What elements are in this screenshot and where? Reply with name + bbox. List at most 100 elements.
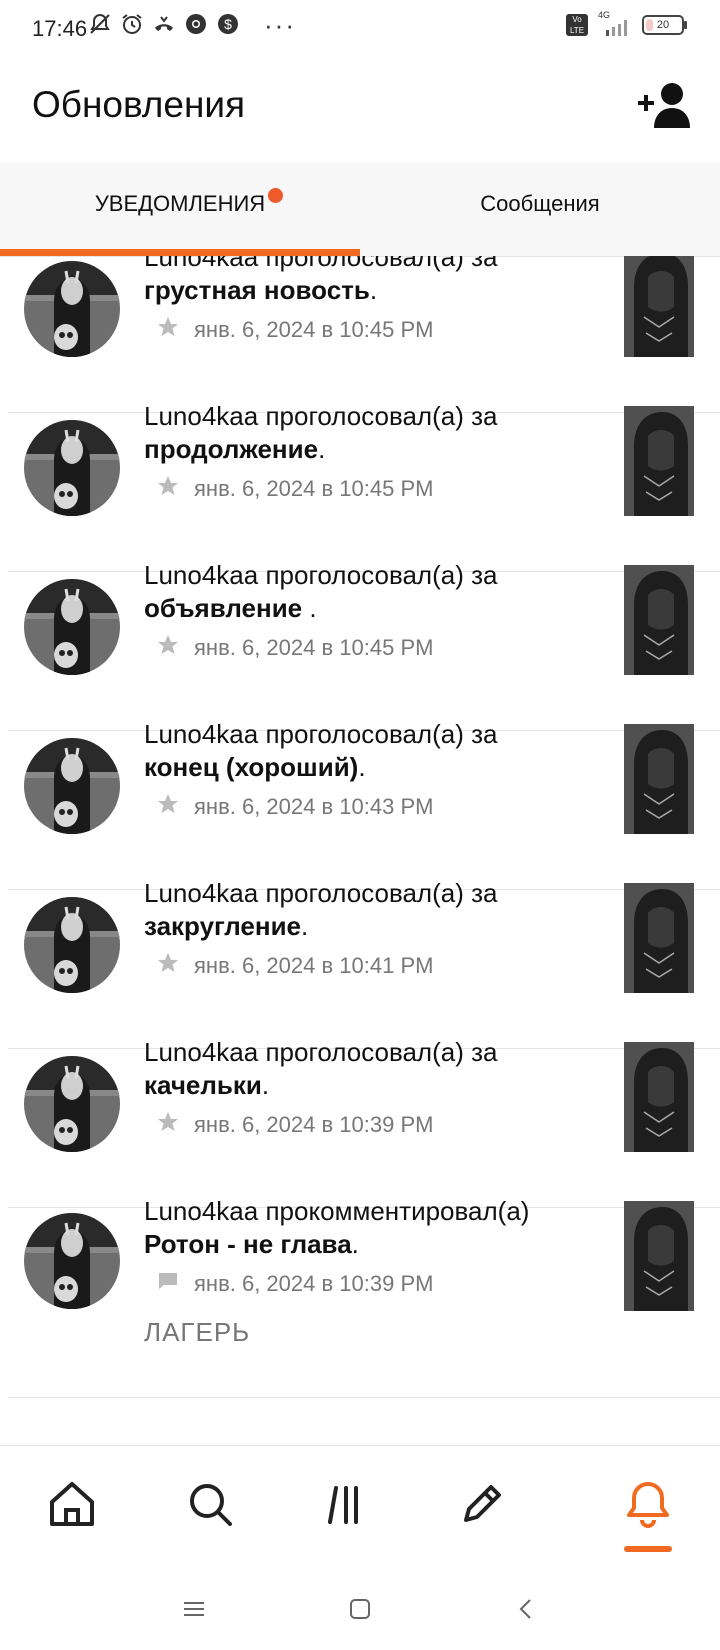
story-cover-thumbnail[interactable]: [624, 565, 694, 675]
timestamp: янв. 6, 2024 в 10:41 PM: [194, 953, 434, 978]
timestamp: янв. 6, 2024 в 10:45 PM: [194, 476, 434, 501]
notification-text: Luno4kaa проголосовал(а) за грустная нов…: [144, 256, 584, 307]
home-square-icon[interactable]: [346, 1595, 374, 1623]
notification-item[interactable]: Luno4kaa проголосовал(а) за закругление.…: [8, 878, 720, 1049]
avatar[interactable]: [24, 420, 120, 516]
notification-meta: янв. 6, 2024 в 10:39 PM: [156, 1110, 433, 1140]
notification-item[interactable]: Luno4kaa проголосовал(а) за качельки. ян…: [8, 1037, 720, 1208]
story-name[interactable]: ЛАГЕРЬ: [144, 1317, 250, 1348]
username[interactable]: Luno4kaa: [144, 878, 258, 908]
timestamp: янв. 6, 2024 в 10:39 PM: [194, 1271, 434, 1296]
avatar[interactable]: [24, 738, 120, 834]
chrome-icon: [186, 14, 206, 34]
active-tab-indicator: [0, 249, 360, 256]
story-cover-thumbnail[interactable]: [624, 256, 694, 357]
add-user-icon[interactable]: [638, 80, 694, 130]
story-title[interactable]: объявление: [144, 593, 309, 623]
write-icon[interactable]: [454, 1476, 510, 1532]
status-time: 17:46: [32, 16, 88, 41]
story-cover-thumbnail[interactable]: [624, 1042, 694, 1152]
story-cover-thumbnail[interactable]: [624, 724, 694, 834]
action-text: проголосовал(а) за: [265, 256, 498, 272]
tab-notifications[interactable]: УВЕДОМЛЕНИЯ: [0, 162, 360, 256]
volte-badge: Vo LTE: [566, 14, 588, 36]
avatar[interactable]: [24, 1213, 120, 1309]
story-cover-thumbnail[interactable]: [624, 406, 694, 516]
punctuation: .: [358, 752, 366, 782]
status-bar: 17:46 $ ··· Vo LTE 4G 20: [0, 0, 720, 56]
star-icon: [156, 792, 180, 822]
story-cover-thumbnail[interactable]: [624, 1201, 694, 1311]
unread-dot: [268, 188, 283, 203]
story-title[interactable]: Ротон - не глава: [144, 1229, 352, 1259]
username[interactable]: Luno4kaa: [144, 719, 258, 749]
notification-item[interactable]: Luno4kaa проголосовал(а) за конец (хорош…: [8, 719, 720, 890]
active-nav-indicator: [624, 1546, 672, 1552]
call-forward-icon: [155, 16, 173, 31]
notification-item[interactable]: Luno4kaa прокомментировал(а) Ротон - не …: [8, 1196, 720, 1398]
username[interactable]: Luno4kaa: [144, 1196, 258, 1226]
action-text: проголосовал(а) за: [265, 401, 498, 431]
avatar[interactable]: [24, 1056, 120, 1152]
notification-meta: янв. 6, 2024 в 10:45 PM: [156, 315, 433, 345]
library-icon[interactable]: [318, 1476, 374, 1532]
star-icon: [156, 474, 180, 504]
username[interactable]: Luno4kaa: [144, 1037, 258, 1067]
punctuation: .: [309, 593, 317, 623]
star-icon: [156, 1110, 180, 1140]
tab-messages[interactable]: Сообщения: [360, 162, 720, 256]
timestamp: янв. 6, 2024 в 10:43 PM: [194, 794, 434, 819]
star-icon: [156, 633, 180, 663]
punctuation: .: [369, 275, 378, 305]
tab-bar: УВЕДОМЛЕНИЯ Сообщения: [0, 162, 720, 257]
timestamp: янв. 6, 2024 в 10:45 PM: [194, 635, 434, 660]
star-icon: [156, 951, 180, 981]
home-icon[interactable]: [44, 1476, 100, 1532]
notification-text: Luno4kaa проголосовал(а) за закругление.: [144, 877, 584, 943]
story-title[interactable]: конец (хороший): [144, 752, 358, 782]
search-icon[interactable]: [182, 1476, 238, 1532]
bell-icon[interactable]: [620, 1476, 676, 1532]
story-title[interactable]: закругление: [144, 911, 301, 941]
action-text: прокомментировал(а): [265, 1196, 530, 1226]
notifications-list[interactable]: Luno4kaa проголосовал(а) за грустная нов…: [0, 256, 720, 1445]
notification-text: Luno4kaa проголосовал(а) за конец (хорош…: [144, 718, 584, 784]
notification-meta: янв. 6, 2024 в 10:41 PM: [156, 951, 433, 981]
tab-messages-label: Сообщения: [480, 191, 600, 216]
punctuation: .: [301, 911, 309, 941]
username[interactable]: Luno4kaa: [144, 256, 258, 272]
notification-item[interactable]: Luno4kaa проголосовал(а) за продолжение.…: [8, 401, 720, 572]
notification-meta: янв. 6, 2024 в 10:43 PM: [156, 792, 433, 822]
username[interactable]: Luno4kaa: [144, 560, 258, 590]
tab-notifications-label: УВЕДОМЛЕНИЯ: [94, 191, 266, 216]
comment-icon: [156, 1269, 180, 1299]
notification-meta: янв. 6, 2024 в 10:45 PM: [156, 633, 433, 663]
action-text: проголосовал(а) за: [265, 719, 498, 749]
timestamp: янв. 6, 2024 в 10:39 PM: [194, 1112, 434, 1137]
story-title[interactable]: качельки: [144, 1070, 262, 1100]
timestamp: янв. 6, 2024 в 10:45 PM: [194, 317, 434, 342]
menu-icon[interactable]: [180, 1595, 208, 1623]
back-icon[interactable]: [512, 1595, 540, 1623]
punctuation: .: [318, 434, 326, 464]
username[interactable]: Luno4kaa: [144, 401, 258, 431]
story-title[interactable]: продолжение: [144, 434, 318, 464]
notification-item[interactable]: Luno4kaa проголосовал(а) за грустная нов…: [8, 256, 720, 413]
status-right-icons: Vo LTE 4G 20: [566, 10, 687, 36]
avatar[interactable]: [24, 261, 120, 357]
svg-text:$: $: [224, 16, 232, 32]
avatar[interactable]: [24, 579, 120, 675]
notification-meta: янв. 6, 2024 в 10:45 PM: [156, 474, 433, 504]
notification-text: Luno4kaa проголосовал(а) за продолжение.: [144, 400, 584, 466]
star-icon: [156, 315, 180, 345]
status-left-icons: $: [88, 12, 240, 36]
action-text: проголосовал(а) за: [265, 560, 498, 590]
story-title[interactable]: грустная новость: [144, 275, 370, 305]
dollar-icon: $: [218, 14, 238, 34]
story-cover-thumbnail[interactable]: [624, 883, 694, 993]
bottom-nav: [0, 1445, 720, 1566]
notification-item[interactable]: Luno4kaa проголосовал(а) за объявление .…: [8, 560, 720, 731]
status-more-dots: ···: [264, 10, 296, 40]
system-nav-bar: [0, 1565, 720, 1650]
avatar[interactable]: [24, 897, 120, 993]
